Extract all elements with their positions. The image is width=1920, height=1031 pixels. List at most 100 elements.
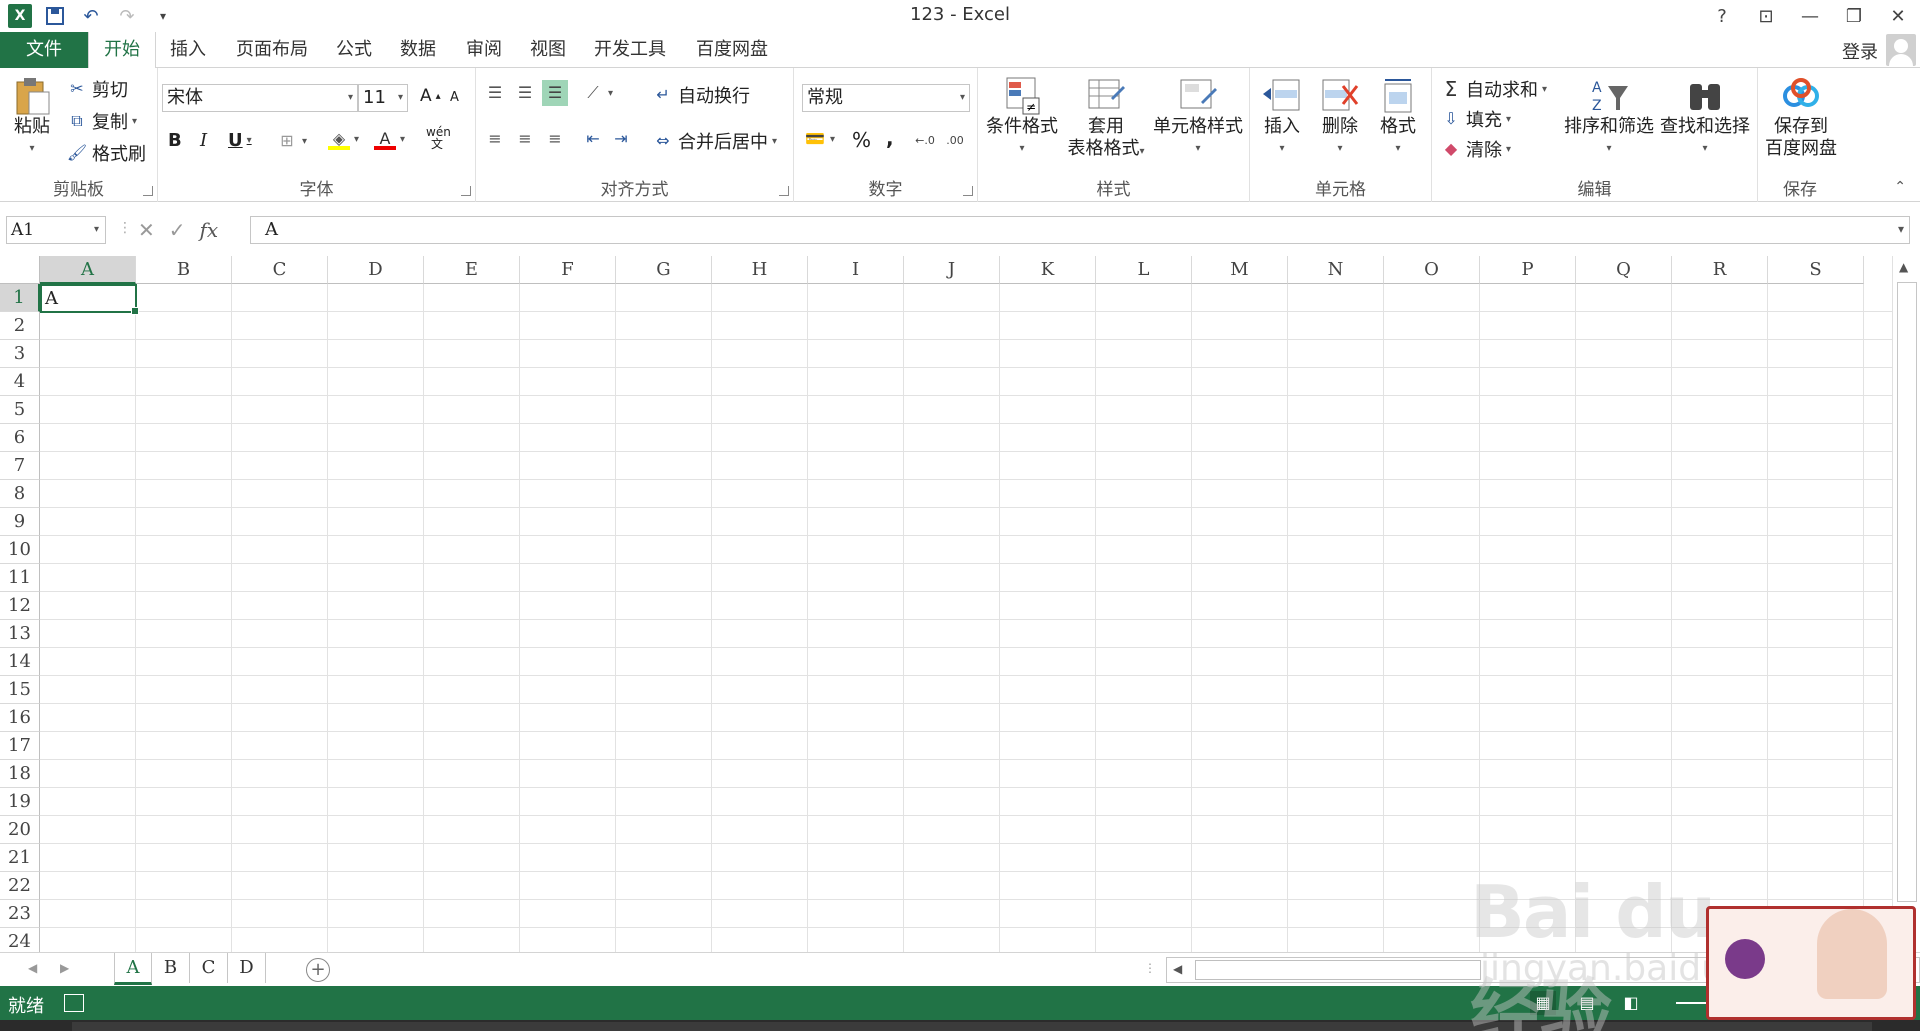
row-header-24[interactable]: 24	[0, 928, 40, 952]
row-header-18[interactable]: 18	[0, 760, 40, 788]
help-icon[interactable]: ?	[1700, 0, 1744, 32]
close-icon[interactable]: ✕	[1876, 0, 1920, 32]
dialog-launcher-icon[interactable]	[461, 186, 471, 196]
tab-home[interactable]: 开始	[88, 32, 156, 69]
row-header-1[interactable]: 1	[0, 284, 40, 312]
column-header-m[interactable]: M	[1192, 256, 1288, 284]
grow-font-button[interactable]: A ▴	[420, 86, 441, 106]
column-header-j[interactable]: J	[904, 256, 1000, 284]
row-header-2[interactable]: 2	[0, 312, 40, 340]
percent-button[interactable]: %	[852, 128, 871, 152]
column-header-p[interactable]: P	[1480, 256, 1576, 284]
formula-input[interactable]: A	[250, 216, 1910, 244]
normal-view-icon[interactable]: ▦	[1530, 991, 1556, 1015]
italic-button[interactable]: I	[200, 130, 207, 151]
expand-formula-icon[interactable]: ▾	[1898, 222, 1904, 236]
cell-styles-button[interactable]: 单元格样式 ▾	[1150, 76, 1246, 160]
tab-data[interactable]: 数据	[400, 32, 436, 68]
find-select-button[interactable]: 查找和选择 ▾	[1656, 76, 1754, 160]
column-header-c[interactable]: C	[232, 256, 328, 284]
restore-icon[interactable]: ❐	[1832, 0, 1876, 32]
row-header-19[interactable]: 19	[0, 788, 40, 816]
save-to-baidu-button[interactable]: 保存到 百度网盘	[1760, 76, 1842, 160]
row-header-17[interactable]: 17	[0, 732, 40, 760]
row-header-7[interactable]: 7	[0, 452, 40, 480]
format-as-table-button[interactable]: 套用 表格格式▾	[1062, 76, 1150, 163]
row-header-10[interactable]: 10	[0, 536, 40, 564]
column-header-n[interactable]: N	[1288, 256, 1384, 284]
horizontal-scroll-thumb[interactable]	[1195, 960, 1481, 980]
next-sheet-icon[interactable]: ▶	[60, 961, 69, 975]
dialog-launcher-icon[interactable]	[779, 186, 789, 196]
vertical-scroll-thumb[interactable]	[1897, 282, 1917, 902]
name-box[interactable]: A1 ▾	[6, 216, 106, 244]
row-header-4[interactable]: 4	[0, 368, 40, 396]
tab-review[interactable]: 审阅	[466, 32, 502, 68]
minimize-icon[interactable]: —	[1788, 0, 1832, 32]
shrink-font-button[interactable]: A	[450, 90, 459, 105]
font-size-select[interactable]: 11 ▾	[358, 84, 408, 112]
column-header-s[interactable]: S	[1768, 256, 1864, 284]
select-all-corner[interactable]	[0, 256, 40, 284]
column-header-l[interactable]: L	[1096, 256, 1192, 284]
align-middle-button[interactable]: ☰	[514, 82, 536, 104]
decrease-indent-button[interactable]: ⇤	[582, 128, 604, 150]
align-top-button[interactable]: ☰	[484, 82, 506, 104]
column-header-h[interactable]: H	[712, 256, 808, 284]
merge-center-button[interactable]: ⇔ 合并后居中 ▾	[652, 128, 777, 154]
tab-file[interactable]: 文件	[0, 32, 88, 68]
format-cells-button[interactable]: 格式 ▾	[1370, 76, 1426, 160]
avatar[interactable]	[1886, 34, 1916, 66]
macro-record-icon[interactable]	[64, 994, 84, 1012]
scroll-up-icon[interactable]: ▲	[1899, 260, 1908, 274]
phonetic-button[interactable]: wén文	[426, 126, 451, 150]
row-header-21[interactable]: 21	[0, 844, 40, 872]
column-header-q[interactable]: Q	[1576, 256, 1672, 284]
row-header-13[interactable]: 13	[0, 620, 40, 648]
align-center-button[interactable]: ≡	[514, 128, 536, 150]
active-cell-a1[interactable]: A	[40, 284, 139, 315]
sheet-tab-c[interactable]: C	[190, 953, 228, 983]
dialog-launcher-icon[interactable]	[963, 186, 973, 196]
row-header-8[interactable]: 8	[0, 480, 40, 508]
wrap-text-button[interactable]: ↵ 自动换行	[652, 82, 750, 108]
comma-button[interactable]: ,	[886, 126, 894, 150]
collapse-ribbon-icon[interactable]: ⌃	[1894, 179, 1906, 195]
row-header-22[interactable]: 22	[0, 872, 40, 900]
align-left-button[interactable]: ≡	[484, 128, 506, 150]
tab-insert[interactable]: 插入	[170, 32, 206, 68]
login-link[interactable]: 登录	[1842, 38, 1878, 64]
cut-button[interactable]: ✂ 剪切	[66, 76, 128, 102]
tab-formulas[interactable]: 公式	[336, 32, 372, 68]
decrease-decimal-button[interactable]: .00	[944, 130, 966, 152]
row-header-12[interactable]: 12	[0, 592, 40, 620]
sort-filter-button[interactable]: AZ 排序和筛选 ▾	[1562, 76, 1656, 160]
column-header-o[interactable]: O	[1384, 256, 1480, 284]
clear-button[interactable]: ◆ 清除 ▾	[1440, 136, 1511, 162]
prev-sheet-icon[interactable]: ◀	[28, 961, 37, 975]
column-header-d[interactable]: D	[328, 256, 424, 284]
row-header-9[interactable]: 9	[0, 508, 40, 536]
cancel-icon[interactable]: ✕	[138, 218, 155, 242]
column-header-e[interactable]: E	[424, 256, 520, 284]
bold-button[interactable]: B	[168, 130, 182, 151]
accounting-format-button[interactable]: 💳 ▾	[804, 128, 835, 150]
add-sheet-button[interactable]: +	[306, 958, 330, 982]
border-button[interactable]: ⊞ ▾	[276, 130, 307, 152]
paste-button[interactable]: 粘贴 ▾	[6, 76, 58, 160]
sheet-tab-b[interactable]: B	[152, 953, 190, 983]
row-header-14[interactable]: 14	[0, 648, 40, 676]
tab-view[interactable]: 视图	[530, 32, 566, 68]
tab-developer[interactable]: 开发工具	[594, 32, 666, 68]
number-format-select[interactable]: 常规 ▾	[802, 84, 970, 112]
row-header-15[interactable]: 15	[0, 676, 40, 704]
row-header-5[interactable]: 5	[0, 396, 40, 424]
column-header-r[interactable]: R	[1672, 256, 1768, 284]
vertical-scrollbar[interactable]: ▲ ▼	[1892, 256, 1920, 952]
ribbon-display-icon[interactable]: ⊡	[1744, 0, 1788, 32]
increase-indent-button[interactable]: ⇥	[610, 128, 632, 150]
column-header-k[interactable]: K	[1000, 256, 1096, 284]
dialog-launcher-icon[interactable]	[143, 186, 153, 196]
autosum-button[interactable]: Σ 自动求和 ▾	[1440, 76, 1547, 102]
row-header-3[interactable]: 3	[0, 340, 40, 368]
